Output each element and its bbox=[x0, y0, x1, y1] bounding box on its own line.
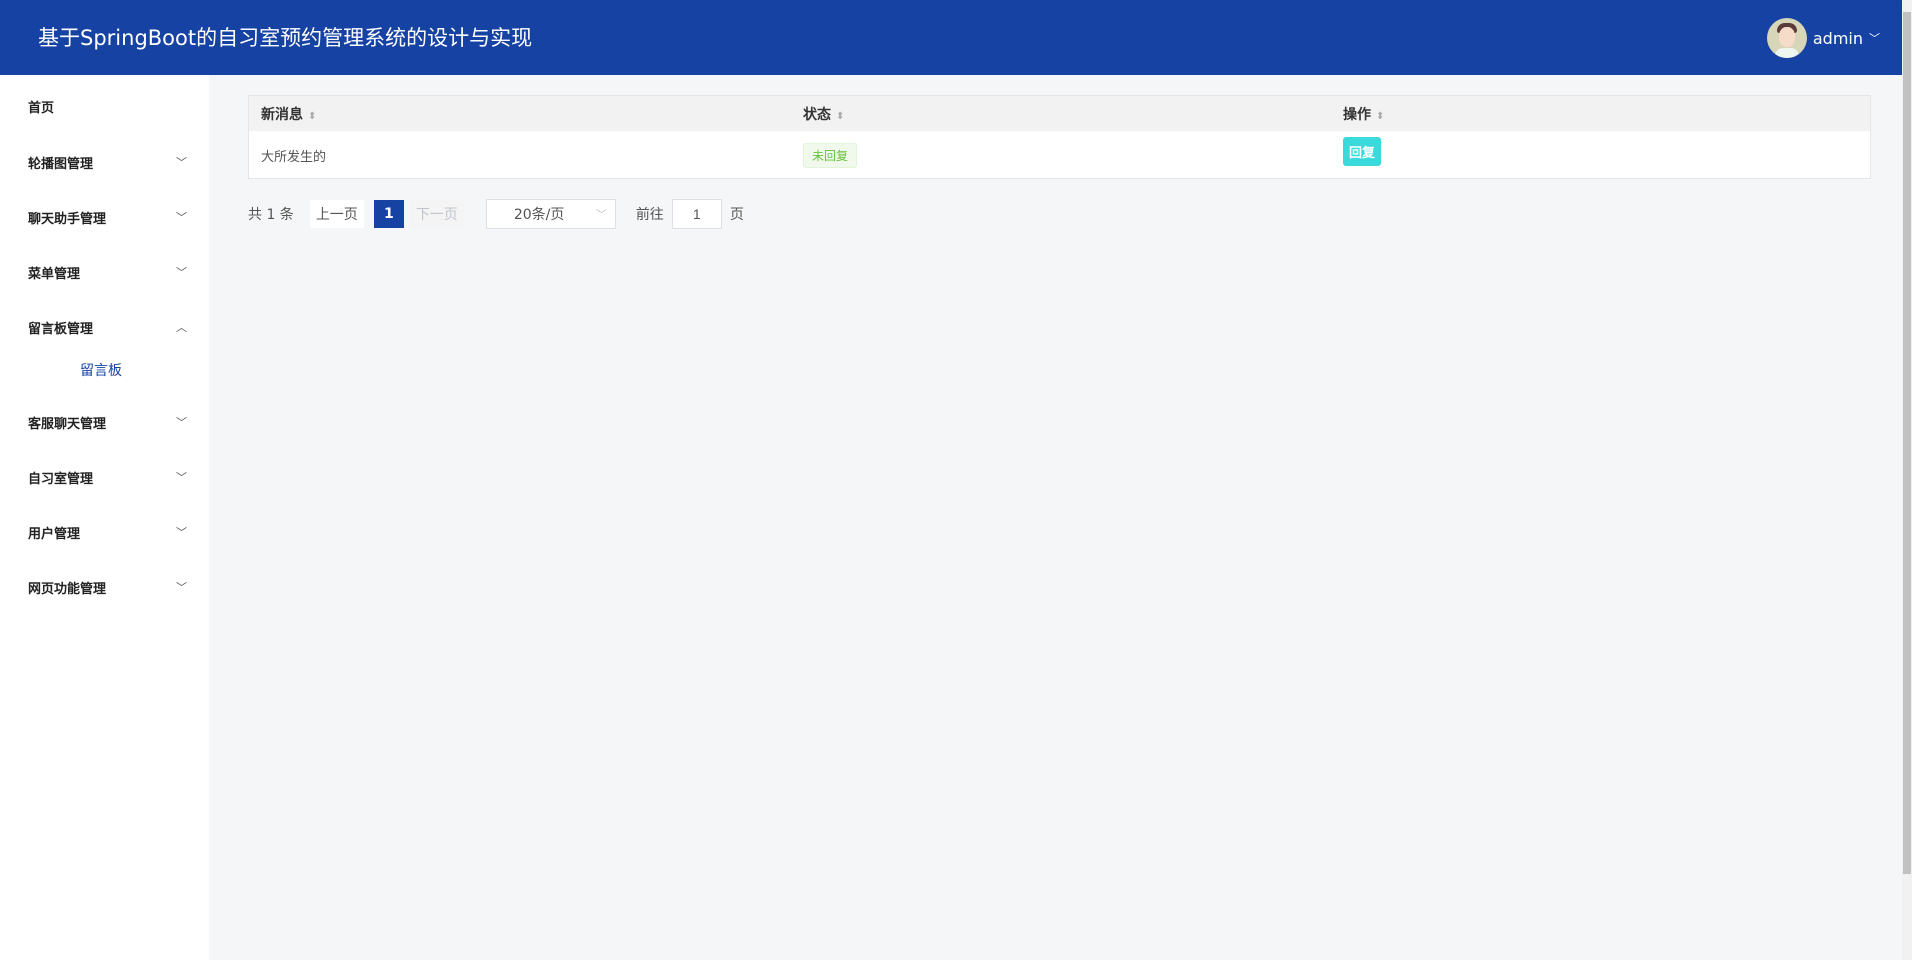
page-unit-label: 页 bbox=[729, 207, 744, 223]
column-header-action[interactable]: 操作 ⬍ bbox=[1343, 104, 1384, 124]
pagination: 共 1 条 上一页 1 下一页 20条/页 ﹀ 前往 页 bbox=[248, 199, 744, 229]
menu-label: 网页功能管理 bbox=[28, 581, 107, 597]
reply-button[interactable]: 回复 bbox=[1343, 137, 1382, 166]
sidebar: 首页 轮播图管理 ﹀ 聊天助手管理 ﹀ 菜单管理 ﹀ 留言板管理 ︿ 留言板 客服聊天管… bbox=[0, 75, 209, 960]
sort-icon[interactable]: ⬍ bbox=[1376, 111, 1384, 122]
menu-label: 首页 bbox=[28, 100, 55, 116]
page-1-button[interactable]: 1 bbox=[373, 200, 404, 228]
username: admin bbox=[1812, 28, 1863, 48]
table-row: 大所发生的 未回复 回复 bbox=[249, 131, 1870, 179]
chevron-down-icon: ﹀ bbox=[176, 581, 187, 594]
status-badge: 未回复 bbox=[803, 142, 858, 168]
column-label: 操作 bbox=[1343, 106, 1371, 123]
sidebar-item-customer-chat[interactable]: 客服聊天管理 ﹀ bbox=[0, 402, 209, 442]
sidebar-item-study-room[interactable]: 自习室管理 ﹀ bbox=[0, 457, 209, 497]
table-header: 新消息 ⬍ 状态 ⬍ 操作 ⬍ bbox=[249, 96, 1870, 131]
chevron-down-icon: ﹀ bbox=[176, 471, 187, 484]
app-title: 基于SpringBoot的自习室预约管理系统的设计与实现 bbox=[38, 26, 533, 50]
top-header: 基于SpringBoot的自习室预约管理系统的设计与实现 admin ﹀ bbox=[0, 0, 1902, 75]
sort-icon[interactable]: ⬍ bbox=[836, 111, 844, 122]
sidebar-item-chat-assistant[interactable]: 聊天助手管理 ﹀ bbox=[0, 197, 209, 237]
chevron-down-icon: ﹀ bbox=[1869, 32, 1880, 45]
page-size-select[interactable]: 20条/页 ﹀ bbox=[485, 199, 616, 229]
chevron-down-icon: ﹀ bbox=[176, 156, 187, 169]
prev-page-button[interactable]: 上一页 bbox=[309, 200, 364, 228]
sort-icon[interactable]: ⬍ bbox=[308, 111, 316, 122]
next-page-button[interactable]: 下一页 bbox=[409, 200, 464, 228]
sidebar-item-message-board[interactable]: 留言板管理 ︿ bbox=[0, 307, 209, 347]
goto-page-input[interactable] bbox=[671, 199, 722, 229]
chevron-down-icon: ﹀ bbox=[176, 526, 187, 539]
menu-label: 轮播图管理 bbox=[28, 156, 94, 172]
menu-label: 留言板管理 bbox=[28, 321, 94, 337]
sidebar-item-home[interactable]: 首页 bbox=[0, 86, 209, 126]
chevron-down-icon: ﹀ bbox=[176, 211, 187, 224]
chevron-down-icon: ﹀ bbox=[595, 208, 607, 221]
menu-label: 自习室管理 bbox=[28, 471, 94, 487]
menu-label: 客服聊天管理 bbox=[28, 416, 107, 432]
menu-label: 用户管理 bbox=[28, 526, 81, 542]
sidebar-item-menu[interactable]: 菜单管理 ﹀ bbox=[0, 252, 209, 292]
scrollbar[interactable] bbox=[1902, 0, 1912, 960]
total-count: 共 1 条 bbox=[248, 207, 294, 223]
page-size-value: 20条/页 bbox=[513, 207, 565, 223]
column-header-status[interactable]: 状态 ⬍ bbox=[803, 104, 844, 124]
sidebar-item-users[interactable]: 用户管理 ﹀ bbox=[0, 512, 209, 552]
scrollbar-thumb[interactable] bbox=[1903, 12, 1911, 874]
chevron-down-icon: ﹀ bbox=[176, 266, 187, 279]
column-label: 状态 bbox=[803, 106, 831, 123]
menu-label: 菜单管理 bbox=[28, 266, 81, 282]
sidebar-subitem-message-board[interactable]: 留言板 bbox=[80, 360, 122, 380]
column-label: 新消息 bbox=[261, 106, 303, 123]
goto-label: 前往 bbox=[635, 207, 664, 223]
chevron-up-icon: ︿ bbox=[176, 321, 187, 334]
column-header-message[interactable]: 新消息 ⬍ bbox=[261, 104, 316, 124]
message-table: 新消息 ⬍ 状态 ⬍ 操作 ⬍ 大所发生的 未回复 回复 bbox=[248, 95, 1871, 179]
chevron-down-icon: ﹀ bbox=[176, 416, 187, 429]
message-cell: 大所发生的 bbox=[261, 149, 327, 165]
avatar bbox=[1766, 18, 1807, 58]
sidebar-item-web-features[interactable]: 网页功能管理 ﹀ bbox=[0, 567, 209, 607]
user-menu[interactable]: admin ﹀ bbox=[1766, 18, 1880, 58]
sidebar-item-carousel[interactable]: 轮播图管理 ﹀ bbox=[0, 142, 209, 182]
menu-label: 聊天助手管理 bbox=[28, 211, 107, 227]
